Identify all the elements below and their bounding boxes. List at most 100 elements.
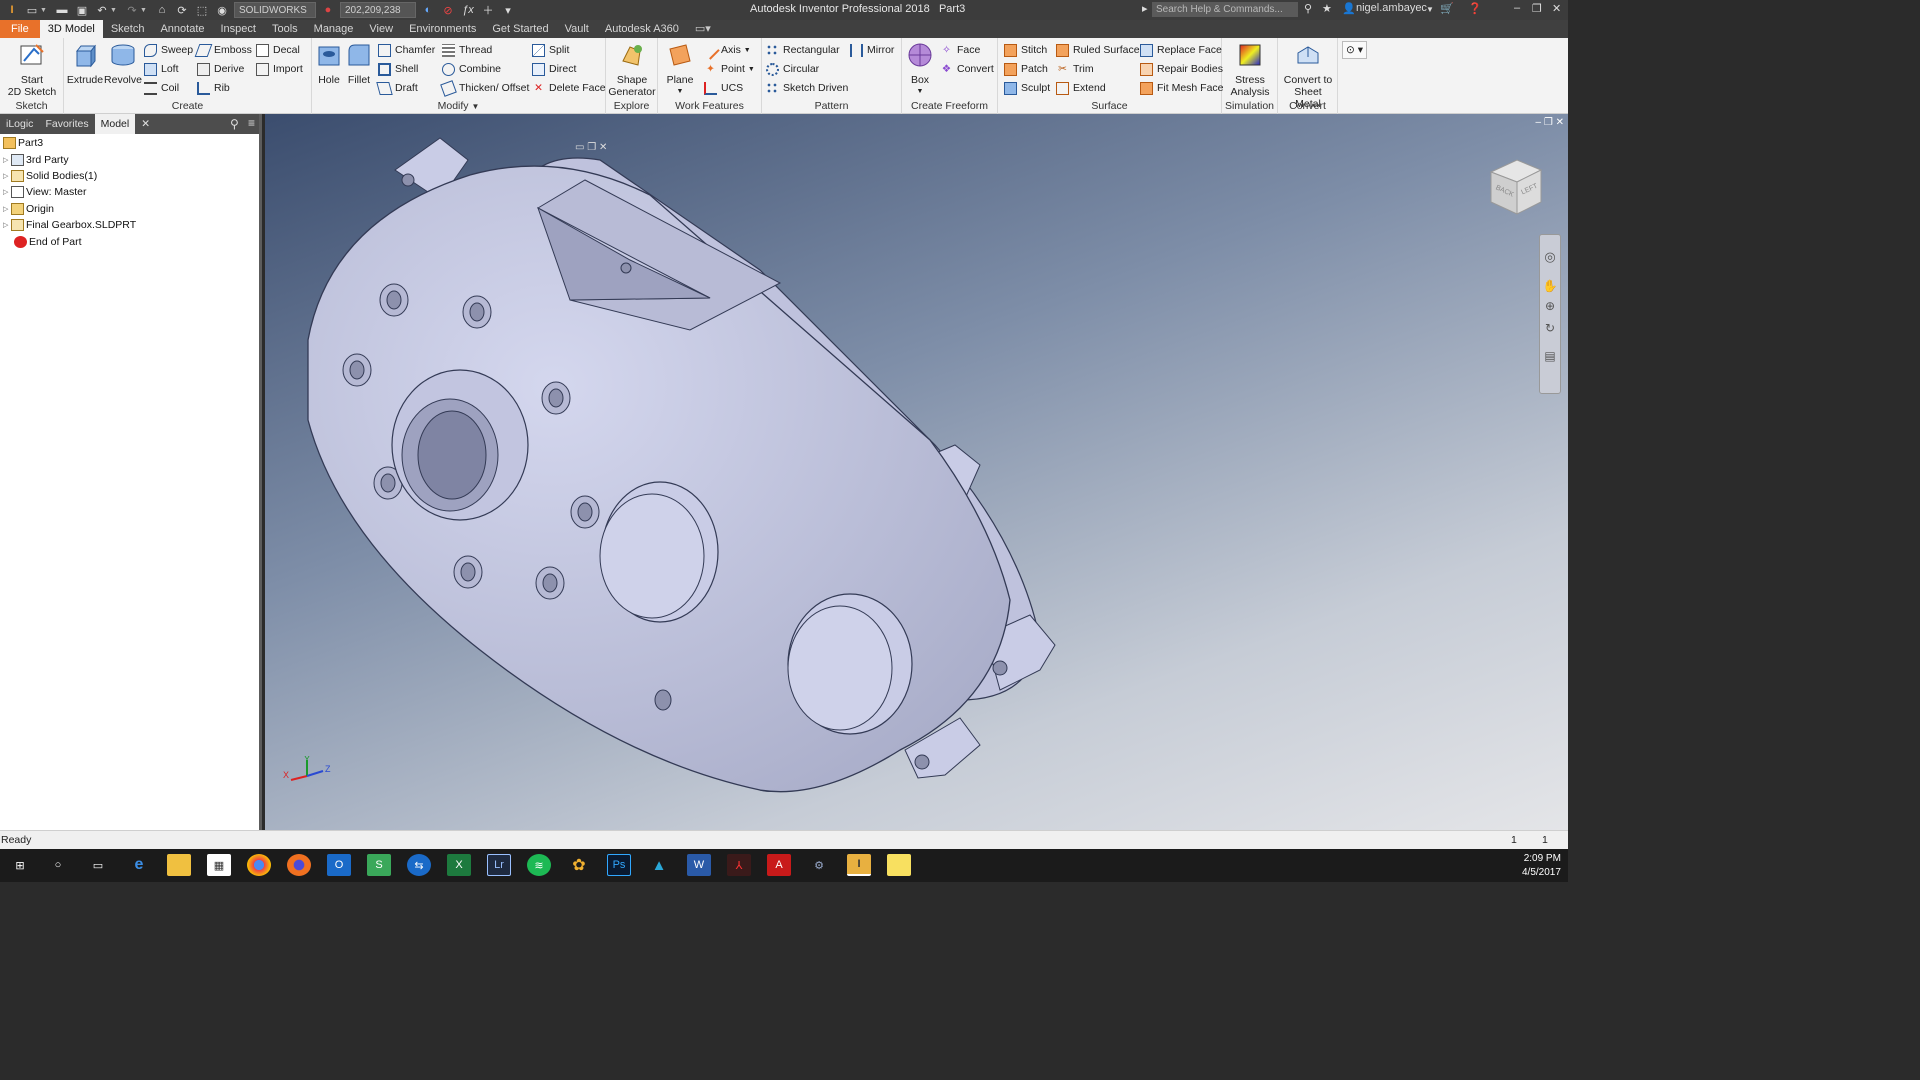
axis-button[interactable]: Axis ▼ [701,40,751,60]
decal-button[interactable]: Decal [256,41,300,59]
inventor-logo-icon[interactable]: I [4,3,20,17]
extend-button[interactable]: Extend [1056,79,1106,97]
redo-dropdown-icon[interactable]: ▼ [140,3,150,17]
new-icon[interactable]: ▭ [24,3,40,17]
slot-hole[interactable] [620,262,632,274]
tab-inspect[interactable]: Inspect [213,20,264,38]
loft-button[interactable]: Loft [144,60,179,78]
favorites-star-icon[interactable]: ★ [1322,2,1332,15]
repair-bodies-button[interactable]: Repair Bodies [1140,60,1223,78]
search-arrow-icon[interactable]: ▸ [1142,2,1148,15]
trim-button[interactable]: ✂ Trim [1056,60,1094,78]
lightroom-icon[interactable]: Lr [487,854,511,876]
derive-button[interactable]: Derive [197,60,244,78]
appearance-combo[interactable]: SOLIDWORKS [234,2,316,18]
mounting-hole-top[interactable] [401,173,415,187]
expand-icon[interactable]: ▷ [3,156,11,164]
word-icon[interactable]: W [687,854,711,876]
tree-item-origin[interactable]: ▷ Origin [0,201,259,217]
sculpt-button[interactable]: Sculpt [1004,79,1050,97]
home-icon[interactable]: ⌂ [154,3,170,17]
firefox-icon[interactable] [287,854,311,876]
browser-search-icon[interactable]: ⚲ [230,117,239,131]
start-icon[interactable]: ⊞ [8,854,32,876]
circular-pattern-button[interactable]: Circular [766,60,819,78]
teamviewer-icon[interactable]: ⇆ [407,854,431,876]
minimize-icon[interactable]: – [1514,2,1520,14]
combine-button[interactable]: Combine [442,60,501,78]
tab-vault[interactable]: Vault [557,20,597,38]
clear-appearance-icon[interactable]: ⊘ [440,3,456,17]
gearbox-model[interactable] [265,114,1568,830]
group-label-modify[interactable]: Modify ▼ [312,100,605,112]
search-help-icon[interactable]: ⚲ [1304,2,1312,15]
shell-button[interactable]: Shell [378,60,418,78]
new-dropdown-icon[interactable]: ▼ [40,3,50,17]
material-icon[interactable]: ◐ [420,3,436,17]
shape-generator-button[interactable]: Shape Generator [608,41,656,98]
rib-button[interactable]: Rib [197,79,230,97]
tab-sketch[interactable]: Sketch [103,20,153,38]
tree-item-end-of-part[interactable]: End of Part [0,233,259,249]
undo-icon[interactable]: ↶ [94,3,110,17]
plane-dropdown-icon[interactable]: ▼ [662,86,698,98]
expand-icon[interactable]: ▷ [3,221,11,229]
close-window-icon[interactable]: ✕ [1552,2,1561,15]
draft-button[interactable]: Draft [376,79,418,97]
stitch-button[interactable]: Stitch [1004,41,1047,59]
tab-view[interactable]: View [361,20,401,38]
tree-item-part3[interactable]: Part3 [0,135,259,151]
extrude-button[interactable]: Extrude [66,41,104,86]
help-icon[interactable]: ❓ [1468,2,1482,15]
axis-dropdown-icon[interactable]: ▼ [744,47,751,54]
chamfer-button[interactable]: Chamfer [378,41,435,59]
close-tab-icon[interactable]: ✕ [135,114,156,134]
color-combo[interactable]: 202,209,238 [340,2,416,18]
ucs-button[interactable]: UCS [704,79,743,97]
tab-get-started[interactable]: Get Started [484,20,556,38]
tree-item-final-gearbox[interactable]: ▷ Final Gearbox.SLDPRT [0,217,259,233]
convert-freeform-button[interactable]: ❖ Convert [940,60,994,78]
hole-button[interactable]: Hole [314,41,344,86]
expand-icon[interactable]: ▷ [3,205,11,213]
user-icon[interactable]: 👤 [1342,2,1356,15]
task-view-icon[interactable]: ▭ [86,854,110,876]
user-dropdown-icon[interactable]: ▼ [1426,5,1434,14]
direct-button[interactable]: Direct [532,60,576,78]
coil-button[interactable]: Coil [144,79,179,97]
user-name[interactable]: nigel.ambayec [1356,2,1427,14]
undo-dropdown-icon[interactable]: ▼ [110,3,120,17]
expand-icon[interactable]: ▷ [3,172,11,180]
point-dropdown-icon[interactable]: ▼ [748,66,755,73]
plane-button[interactable]: Plane ▼ [662,41,698,98]
import-button[interactable]: Import [256,60,303,78]
patch-button[interactable]: Patch [1004,60,1048,78]
plus-icon[interactable]: ＋ [480,3,496,17]
autocad-icon[interactable]: A [767,854,791,876]
tab-3d-model[interactable]: 3D Model [39,20,103,38]
tab-file[interactable]: File [0,20,40,38]
browser-tab-ilogic[interactable]: iLogic [0,114,39,134]
edge-icon[interactable]: e [127,854,151,876]
stress-analysis-button[interactable]: Stress Analysis [1224,41,1276,98]
sweep-button[interactable]: Sweep [144,41,193,59]
chrome-icon[interactable] [247,854,271,876]
graphics-viewport[interactable]: ▭ ❐ ✕ – ❐ ✕ BACK LEFT ◎ ✋ ⊕ ↻ ▤ X Y Z [265,114,1568,830]
photoshop-icon[interactable]: Ps [607,854,631,876]
ribbon-overflow-button[interactable]: ⊙ ▾ [1342,41,1367,59]
tab-tools[interactable]: Tools [264,20,306,38]
sticky-notes-icon[interactable] [887,854,911,876]
tab-environments[interactable]: Environments [401,20,484,38]
search-help-input[interactable]: Search Help & Commands... [1152,2,1298,17]
browser-menu-icon[interactable]: ≡ [248,116,255,130]
globe-icon[interactable]: ◉ [214,3,230,17]
pinwheel-icon[interactable]: ✿ [567,854,591,876]
mounting-hole-lower-right[interactable] [992,660,1008,676]
split-button[interactable]: Split [532,41,569,59]
thicken-offset-button[interactable]: Thicken/ Offset [440,79,529,97]
threaded-hole[interactable] [654,689,672,711]
emboss-button[interactable]: Emboss [194,41,252,59]
viewcube[interactable]: BACK LEFT [1487,154,1545,218]
skype-business-icon[interactable]: S [367,854,391,876]
point-button[interactable]: ✦ Point ▼ [704,60,755,78]
